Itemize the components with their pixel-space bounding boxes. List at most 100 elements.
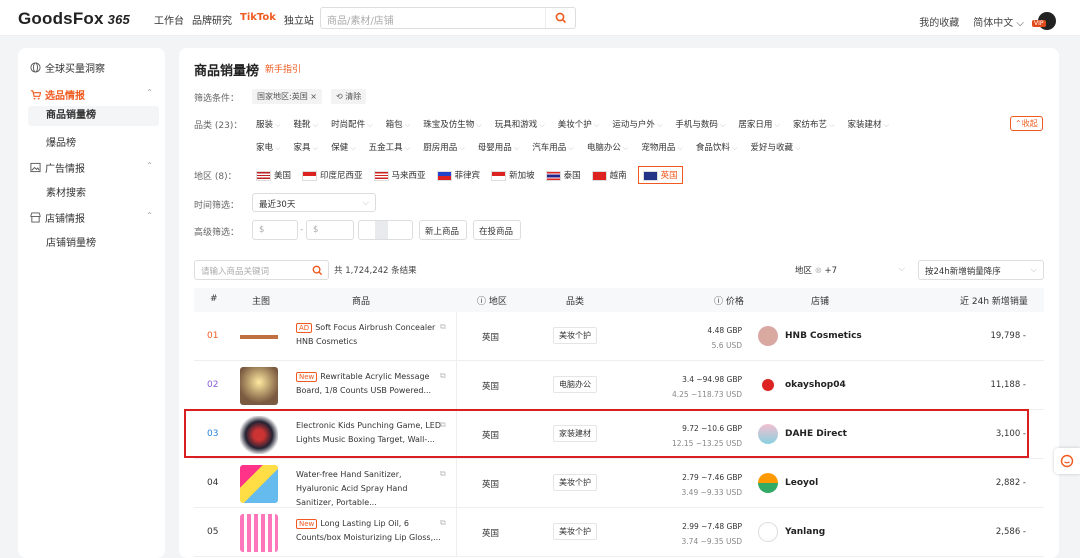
shop-logo[interactable] bbox=[758, 326, 778, 346]
category-item[interactable]: 时尚配件 bbox=[331, 118, 373, 130]
table-row[interactable]: 05 New Long Lasting Lip Oil, 6 Counts/box… bbox=[194, 508, 1044, 557]
col-region[interactable]: ⓘ 地区 bbox=[477, 294, 507, 307]
shop-name[interactable]: Leoyol bbox=[785, 478, 818, 488]
category-item[interactable]: 美妆个护 bbox=[558, 118, 600, 130]
product-image[interactable] bbox=[240, 514, 278, 552]
table-row[interactable]: 01 AD Soft Focus Airbrush Concealer HNB C… bbox=[194, 312, 1044, 361]
goodsfox-logo[interactable]: GoodsFox 365 bbox=[18, 9, 130, 29]
shop-name[interactable]: HNB Cosmetics bbox=[785, 331, 862, 341]
category-item[interactable]: 珠宝及仿生物 bbox=[423, 118, 482, 130]
sort-select[interactable]: 按24h新增销量降序 ⌵ bbox=[918, 260, 1044, 280]
sidebar-item-product-sales-rank[interactable]: 商品销量榜 bbox=[28, 106, 159, 126]
sidebar-item-store-intel[interactable]: 店铺情报 bbox=[30, 210, 85, 225]
region-th[interactable]: 泰国 bbox=[545, 169, 581, 181]
language-select[interactable]: 简体中文 ⌵ bbox=[973, 14, 1024, 29]
chevron-up-icon[interactable]: ⌃ bbox=[146, 161, 153, 170]
clear-filter-button[interactable]: ⟲ 清除 bbox=[331, 89, 367, 104]
product-name[interactable]: AD Soft Focus Airbrush Concealer HNB Cosm… bbox=[296, 321, 441, 349]
new-listing-toggle[interactable]: 新上商品 bbox=[419, 220, 467, 240]
category-item[interactable]: 鞋靴 bbox=[294, 118, 319, 130]
copy-icon[interactable]: ⧉ bbox=[440, 322, 446, 332]
category-item[interactable]: 居家日用 bbox=[738, 118, 780, 130]
col-sales[interactable]: 近 24h 新增销量 bbox=[960, 294, 1028, 307]
copy-icon[interactable]: ⧉ bbox=[440, 371, 446, 381]
category-item[interactable]: 电脑办公 bbox=[587, 141, 629, 153]
region-uk[interactable]: 英国 bbox=[637, 166, 683, 184]
region-filter-select[interactable]: 地区 ⊗ +7 ⌵ bbox=[787, 260, 913, 280]
top-bar: GoodsFox 365 工作台 品牌研究 TikTok 独立站 商品/素材/店铺… bbox=[0, 0, 1080, 36]
nav-tiktok[interactable]: TikTok bbox=[240, 12, 276, 27]
category-item[interactable]: 母婴用品 bbox=[478, 141, 520, 153]
category-item[interactable]: 箱包 bbox=[386, 118, 411, 130]
region-vn[interactable]: 越南 bbox=[591, 169, 627, 181]
collapse-button[interactable]: ⌃收起 bbox=[1010, 116, 1043, 131]
category-item[interactable]: 手机与数码 bbox=[675, 118, 725, 130]
category-item[interactable]: 家具 bbox=[294, 141, 319, 153]
avatar[interactable]: VIP bbox=[1032, 12, 1056, 30]
product-image[interactable] bbox=[240, 318, 278, 356]
sidebar-item-store-sales-rank[interactable]: 店铺销量榜 bbox=[46, 234, 96, 249]
time-select[interactable]: 最近30天 ⌵ bbox=[252, 193, 376, 212]
region-sg[interactable]: 新加坡 bbox=[491, 169, 535, 181]
shop-logo[interactable] bbox=[758, 522, 778, 542]
product-name[interactable]: Water-free Hand Sanitizer, Hyaluronic Ac… bbox=[296, 468, 441, 510]
table-row[interactable]: 04 Water-free Hand Sanitizer, Hyaluronic… bbox=[194, 459, 1044, 508]
product-image[interactable] bbox=[240, 367, 278, 405]
category-item[interactable]: 家电 bbox=[256, 141, 281, 153]
category-badge: 电脑办公 bbox=[553, 376, 597, 393]
category-item[interactable]: 五金工具 bbox=[369, 141, 411, 153]
region-id[interactable]: 印度尼西亚 bbox=[302, 169, 363, 181]
search-icon[interactable] bbox=[312, 265, 323, 276]
on-ad-toggle[interactable]: 在投商品 bbox=[473, 220, 521, 240]
nav-workbench[interactable]: 工作台 bbox=[154, 12, 184, 27]
category-item[interactable]: 玩具和游戏 bbox=[495, 118, 545, 130]
region-ph[interactable]: 菲律宾 bbox=[436, 169, 480, 181]
page-title: 商品销量榜 bbox=[194, 64, 260, 79]
category-item[interactable]: 厨房用品 bbox=[423, 141, 465, 153]
sidebar-item-hot-products[interactable]: 爆品榜 bbox=[46, 134, 76, 149]
price-max-input[interactable]: $ bbox=[306, 220, 354, 240]
copy-icon[interactable]: ⧉ bbox=[440, 469, 446, 479]
sidebar-item-product-intel[interactable]: 选品情报 bbox=[30, 87, 85, 102]
price-min-input[interactable]: $ bbox=[252, 220, 298, 240]
guide-link[interactable]: 新手指引 bbox=[265, 62, 301, 75]
price-value: 4.48 GBP 5.6 USD bbox=[707, 326, 742, 350]
category-item[interactable]: 汽车用品 bbox=[532, 141, 574, 153]
copy-icon[interactable]: ⧉ bbox=[440, 518, 446, 528]
col-price[interactable]: ⓘ 价格 bbox=[714, 294, 744, 307]
region-us[interactable]: 美国 bbox=[256, 169, 291, 181]
search-icon[interactable] bbox=[545, 8, 575, 28]
global-search[interactable]: 商品/素材/店铺 bbox=[320, 7, 576, 29]
sidebar-item-global-insight[interactable]: 全球买量洞察 bbox=[30, 60, 105, 75]
ad-badge: AD bbox=[296, 323, 313, 333]
chevron-up-icon[interactable]: ⌃ bbox=[146, 211, 153, 220]
shop-name[interactable]: Yanlang bbox=[785, 527, 825, 537]
category-item[interactable]: 爱好与收藏 bbox=[750, 141, 800, 153]
nav-brand-research[interactable]: 品牌研究 bbox=[192, 12, 232, 27]
category-item[interactable]: 家装建材 bbox=[848, 118, 890, 130]
nav-independent-site[interactable]: 独立站 bbox=[284, 12, 314, 27]
category-item[interactable]: 保健 bbox=[331, 141, 356, 153]
category-item[interactable]: 服装 bbox=[256, 118, 281, 130]
category-item[interactable]: 宠物用品 bbox=[641, 141, 683, 153]
keyword-input[interactable]: 请输入商品关键词 bbox=[194, 260, 329, 280]
sidebar-item-material-search[interactable]: 素材搜索 bbox=[46, 184, 86, 199]
my-favorites-link[interactable]: 我的收藏 bbox=[919, 14, 959, 29]
chevron-up-icon[interactable]: ⌃ bbox=[146, 88, 153, 97]
chat-button[interactable] bbox=[1054, 448, 1080, 474]
region-my[interactable]: 马来西亚 bbox=[373, 169, 426, 181]
category-item[interactable]: 食品饮料 bbox=[696, 141, 738, 153]
table-row[interactable]: 02 New Rewritable Acrylic Message Board, … bbox=[194, 361, 1044, 410]
sales-range-input[interactable] bbox=[358, 220, 413, 240]
shop-name[interactable]: okayshop04 bbox=[785, 380, 846, 390]
product-image[interactable] bbox=[240, 465, 278, 503]
product-name[interactable]: New Long Lasting Lip Oil, 6 Counts/box Mo… bbox=[296, 517, 441, 545]
filter-chip[interactable]: 国家地区:英国 × bbox=[252, 89, 322, 104]
product-name[interactable]: New Rewritable Acrylic Message Board, 1/8… bbox=[296, 370, 441, 398]
shop-logo[interactable] bbox=[758, 473, 778, 493]
shop-logo[interactable] bbox=[758, 375, 778, 395]
category-item[interactable]: 运动与户外 bbox=[612, 118, 662, 130]
category-item[interactable]: 家纺布艺 bbox=[793, 118, 835, 130]
search-input[interactable]: 商品/素材/店铺 bbox=[327, 12, 394, 27]
sidebar-item-ad-intel[interactable]: 广告情报 bbox=[30, 160, 85, 175]
